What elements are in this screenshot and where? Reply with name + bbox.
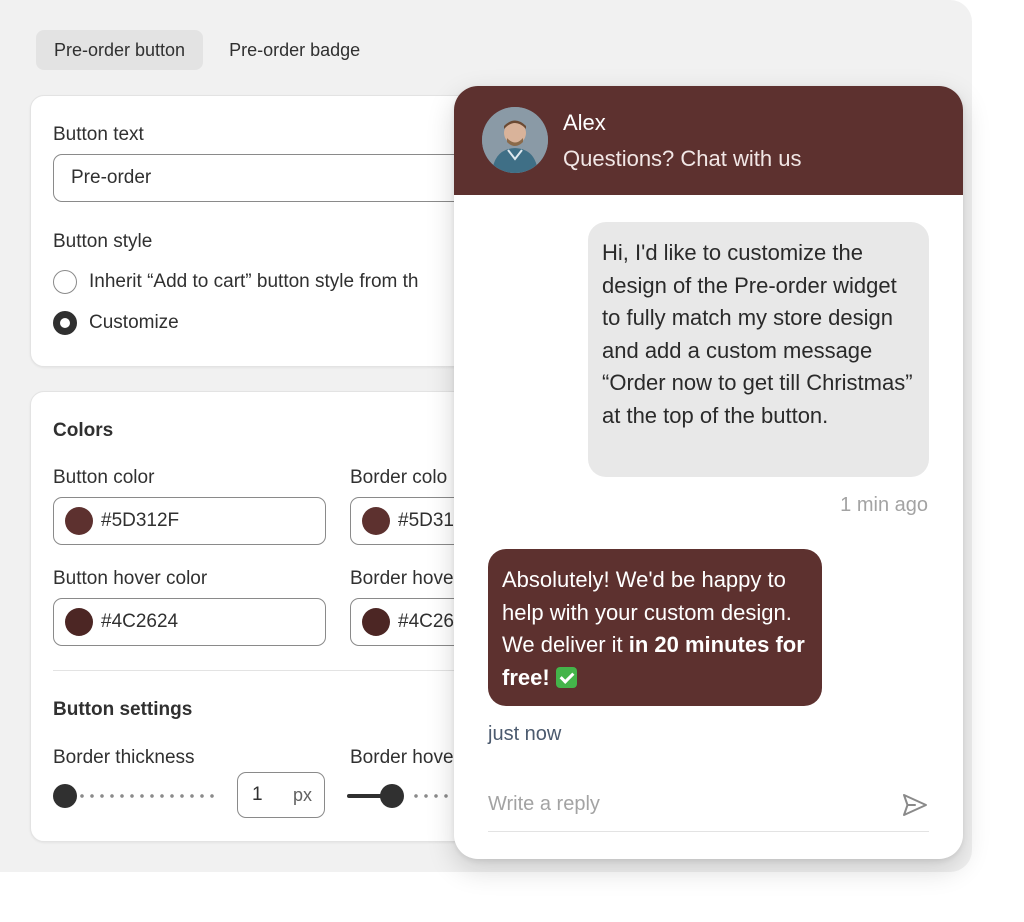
radio-inherit-style[interactable]: Inherit “Add to cart” button style from … — [53, 270, 418, 294]
colors-card: Colors Button color #5D312F Border colo … — [30, 391, 510, 842]
button-hover-color-label: Button hover color — [53, 568, 208, 589]
button-settings-heading: Button settings — [53, 699, 193, 720]
button-color-value: #5D312F — [101, 510, 180, 531]
border-hover-value: #4C26 — [398, 611, 454, 632]
border-thickness-value: 1 — [252, 784, 263, 805]
colors-heading: Colors — [53, 420, 114, 441]
button-color-field[interactable]: #5D312F — [53, 497, 326, 545]
check-mark-icon — [555, 666, 577, 688]
agent-name: Alex — [563, 110, 606, 135]
reply-placeholder: Write a reply — [488, 793, 600, 815]
chat-widget: Alex Questions? Chat with us Hi, I'd lik… — [454, 86, 963, 859]
agent-avatar — [482, 107, 548, 173]
button-color-swatch[interactable] — [65, 507, 93, 535]
radio-inherit-label: Inherit “Add to cart” button style from … — [89, 271, 419, 292]
outgoing-message: Hi, I'd like to customize the design of … — [588, 222, 929, 477]
button-hover-color-field[interactable]: #4C2624 — [53, 598, 326, 646]
reply-input[interactable]: Write a reply — [488, 778, 929, 832]
button-style-label: Button style — [53, 231, 153, 252]
border-color-value: #5D31 — [398, 510, 454, 531]
radio-customize-option[interactable]: Customize — [53, 311, 179, 335]
button-text-card: Button text Pre-order Button style Inher… — [30, 95, 510, 367]
outgoing-timestamp: 1 min ago — [840, 494, 928, 516]
tab-pre-order-button[interactable]: Pre-order button — [36, 30, 204, 70]
radio-customize-label: Customize — [89, 312, 179, 333]
border-hover-slider-thumb[interactable] — [380, 784, 404, 808]
radio-inherit[interactable] — [53, 270, 77, 294]
chat-subtitle: Questions? Chat with us — [563, 146, 802, 171]
radio-customize[interactable] — [53, 311, 77, 335]
border-thickness-label: Border thickness — [53, 747, 195, 768]
border-hover-thickness-label: Border hove — [350, 747, 454, 768]
incoming-timestamp: just now — [488, 723, 562, 745]
section-divider — [53, 670, 493, 671]
button-text-label: Button text — [53, 124, 144, 145]
button-text-value: Pre-order — [71, 167, 152, 188]
border-thickness-unit: px — [292, 784, 312, 805]
incoming-message: Absolutely! We'd be happy to help with y… — [488, 549, 822, 706]
chat-header: Alex Questions? Chat with us — [454, 86, 963, 195]
border-color-label: Border colo — [350, 467, 448, 488]
border-hover-swatch[interactable] — [362, 608, 390, 636]
agent-avatar-image — [482, 107, 548, 173]
border-thickness-input[interactable]: 1 px — [237, 772, 325, 818]
border-thickness-slider[interactable] — [53, 783, 217, 809]
border-color-swatch[interactable] — [362, 507, 390, 535]
button-text-input[interactable]: Pre-order — [53, 154, 509, 202]
send-icon[interactable] — [901, 791, 929, 819]
button-hover-swatch[interactable] — [65, 608, 93, 636]
border-hover-color-label: Border hove — [350, 568, 454, 589]
button-color-label: Button color — [53, 467, 155, 488]
border-thickness-slider-thumb[interactable] — [53, 784, 77, 808]
tab-bar: Pre-order button Pre-order badge — [36, 30, 378, 70]
button-hover-value: #4C2624 — [101, 611, 179, 632]
tab-pre-order-badge[interactable]: Pre-order badge — [211, 30, 378, 70]
